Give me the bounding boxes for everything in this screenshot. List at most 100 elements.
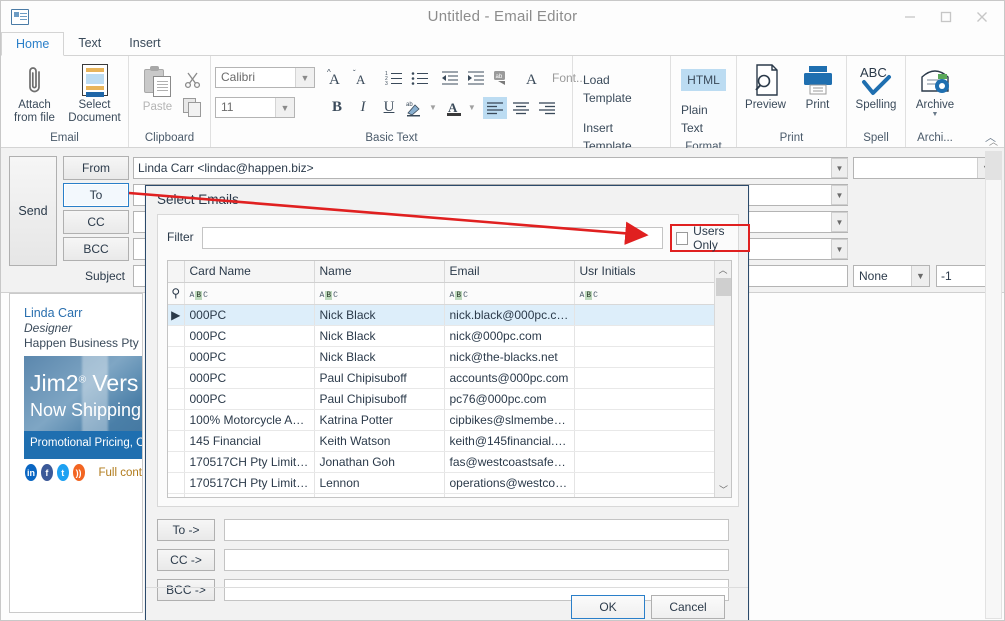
table-row[interactable]: 000PC Paul Chipisuboff pc76@000pc.com [168,388,716,409]
grow-font-icon[interactable]: A^ [325,67,349,89]
twitter-icon[interactable]: t [57,464,69,481]
cell-card-name[interactable]: 000PC [184,304,314,325]
filter-cell-card-name[interactable]: ABC [184,282,314,304]
cell-email[interactable]: nick@the-blacks.net [444,346,574,367]
bulleted-list-icon[interactable] [408,67,432,89]
align-center-icon[interactable] [509,97,533,119]
cell-email[interactable]: pc76@000pc.com [444,388,574,409]
filter-cell-email[interactable]: ABC [444,282,574,304]
minimize-icon[interactable] [892,3,928,31]
column-header-name[interactable]: Name [314,261,444,282]
table-row[interactable]: 000PC Paul Chipisuboff accounts@000pc.co… [168,367,716,388]
ok-button[interactable]: OK [571,595,645,619]
cell-name[interactable]: Jonathan Goh [314,451,444,472]
table-row[interactable]: 1st Office Equipment Ltd John De Groot j… [168,493,716,498]
cell-card-name[interactable]: 100% Motorcycle Acce… [184,409,314,430]
load-template-button[interactable]: Load Template [577,69,666,109]
cell-email[interactable]: operations@westcoast… [444,472,574,493]
chevron-down-icon[interactable]: ▼ [468,103,476,112]
cell-name[interactable]: Paul Chipisuboff [314,388,444,409]
numbered-list-icon[interactable]: 1 2 3 [382,67,406,89]
archive-button[interactable]: Archive ▼ [909,59,961,118]
from-button[interactable]: From [63,156,129,180]
rss-icon[interactable]: )) [73,464,85,481]
cell-name[interactable]: Nick Black [314,304,444,325]
paste-button[interactable]: Paste [135,61,181,114]
window-scrollbar[interactable] [985,151,1002,619]
format-html-button[interactable]: HTML [681,69,726,91]
cell-card-name[interactable]: 1st Office Equipment Ltd [184,493,314,498]
window-scrollbar-thumb[interactable] [986,152,1001,180]
linkedin-icon[interactable]: in [25,464,37,481]
table-row[interactable]: 170517CH Pty Limited T… Jonathan Goh fas… [168,451,716,472]
cell-usr-initials[interactable] [574,493,716,498]
assign-cc-button[interactable]: CC -> [157,549,215,571]
assign-bcc-button[interactable]: BCC -> [157,579,215,601]
cell-card-name[interactable]: 000PC [184,367,314,388]
assign-cc-input[interactable] [224,549,729,571]
column-header-card-name[interactable]: Card Name [184,261,314,282]
filter-input[interactable] [202,227,663,249]
cell-name[interactable]: Lennon [314,472,444,493]
scroll-up-icon[interactable]: ︿ [715,261,731,277]
tab-home[interactable]: Home [1,32,64,56]
cell-email[interactable]: fas@westcoastsafety.… [444,451,574,472]
cell-card-name[interactable]: 000PC [184,325,314,346]
cell-card-name[interactable]: 170517CH Pty Limited T… [184,451,314,472]
cell-email[interactable]: johndegroot@1st-offic… [444,493,574,498]
send-button[interactable]: Send [9,156,57,266]
cell-email[interactable]: nick.black@000pc.com [444,304,574,325]
align-left-icon[interactable] [483,97,507,119]
table-row[interactable]: 100% Motorcycle Acce… Katrina Potter cip… [168,409,716,430]
grid-scrollbar-thumb[interactable] [716,278,731,296]
filter-funnel-icon[interactable]: ⚲ [168,282,184,304]
cell-usr-initials[interactable] [574,430,716,451]
cell-usr-initials[interactable] [574,409,716,430]
table-row[interactable]: 145 Financial Keith Watson keith@145fina… [168,430,716,451]
align-right-icon[interactable] [535,97,559,119]
font-family-combo[interactable]: Calibri ▼ [215,67,315,88]
close-icon[interactable] [964,3,1000,31]
chevron-down-icon[interactable]: ▼ [911,266,929,286]
cell-email[interactable]: cipbikes@slmember.on.… [444,409,574,430]
chevron-down-icon[interactable]: ▼ [275,98,294,117]
message-body[interactable]: Linda Carr Designer Happen Business Pty … [9,293,143,613]
chevron-down-icon[interactable]: ▼ [429,103,437,112]
cell-usr-initials[interactable] [574,304,716,325]
cell-usr-initials[interactable] [574,346,716,367]
maximize-icon[interactable] [928,3,964,31]
cell-usr-initials[interactable] [574,451,716,472]
bold-button[interactable]: B [325,97,349,119]
print-button[interactable]: Print [792,59,844,112]
text-highlight-icon[interactable]: ab [403,97,427,119]
to-dropdown-arrow[interactable]: ▼ [831,185,848,205]
increase-indent-icon[interactable] [464,67,488,89]
cell-card-name[interactable]: 145 Financial [184,430,314,451]
filter-cell-usr-initials[interactable]: ABC [574,282,716,304]
format-plain-text-button[interactable]: Plain Text [675,99,732,139]
spelling-button[interactable]: ABC Spelling [850,59,902,112]
users-only-checkbox[interactable] [676,232,688,245]
right-top-combo[interactable]: ▼ [853,157,996,179]
cell-usr-initials[interactable] [574,388,716,409]
assign-to-input[interactable] [224,519,729,541]
table-row[interactable]: 000PC Nick Black nick@the-blacks.net [168,346,716,367]
cell-usr-initials[interactable] [574,472,716,493]
cell-email[interactable]: nick@000pc.com [444,325,574,346]
tab-text[interactable]: Text [64,31,115,55]
attach-from-file-button[interactable]: Attach from file [5,59,65,125]
cell-card-name[interactable]: 000PC [184,346,314,367]
column-header-usr-initials[interactable]: Usr Initials [574,261,716,282]
cc-button[interactable]: CC [63,210,129,234]
cell-name[interactable]: John De Groot [314,493,444,498]
emails-grid[interactable]: Card Name Name Email Usr Initials ⚲ ABC … [167,260,732,498]
cell-name[interactable]: Nick Black [314,346,444,367]
chevron-down-icon[interactable]: ▼ [932,112,939,118]
text-direction-icon[interactable]: ab [490,67,514,89]
scroll-down-icon[interactable]: ﹀ [715,481,732,497]
copy-icon[interactable] [181,97,205,119]
column-header-email[interactable]: Email [444,261,574,282]
scroll-up-icon[interactable]: ︿ [985,134,1002,149]
grid-vertical-scrollbar[interactable]: ︿ ﹀ [714,261,731,497]
select-document-button[interactable]: Select Document [65,59,125,125]
